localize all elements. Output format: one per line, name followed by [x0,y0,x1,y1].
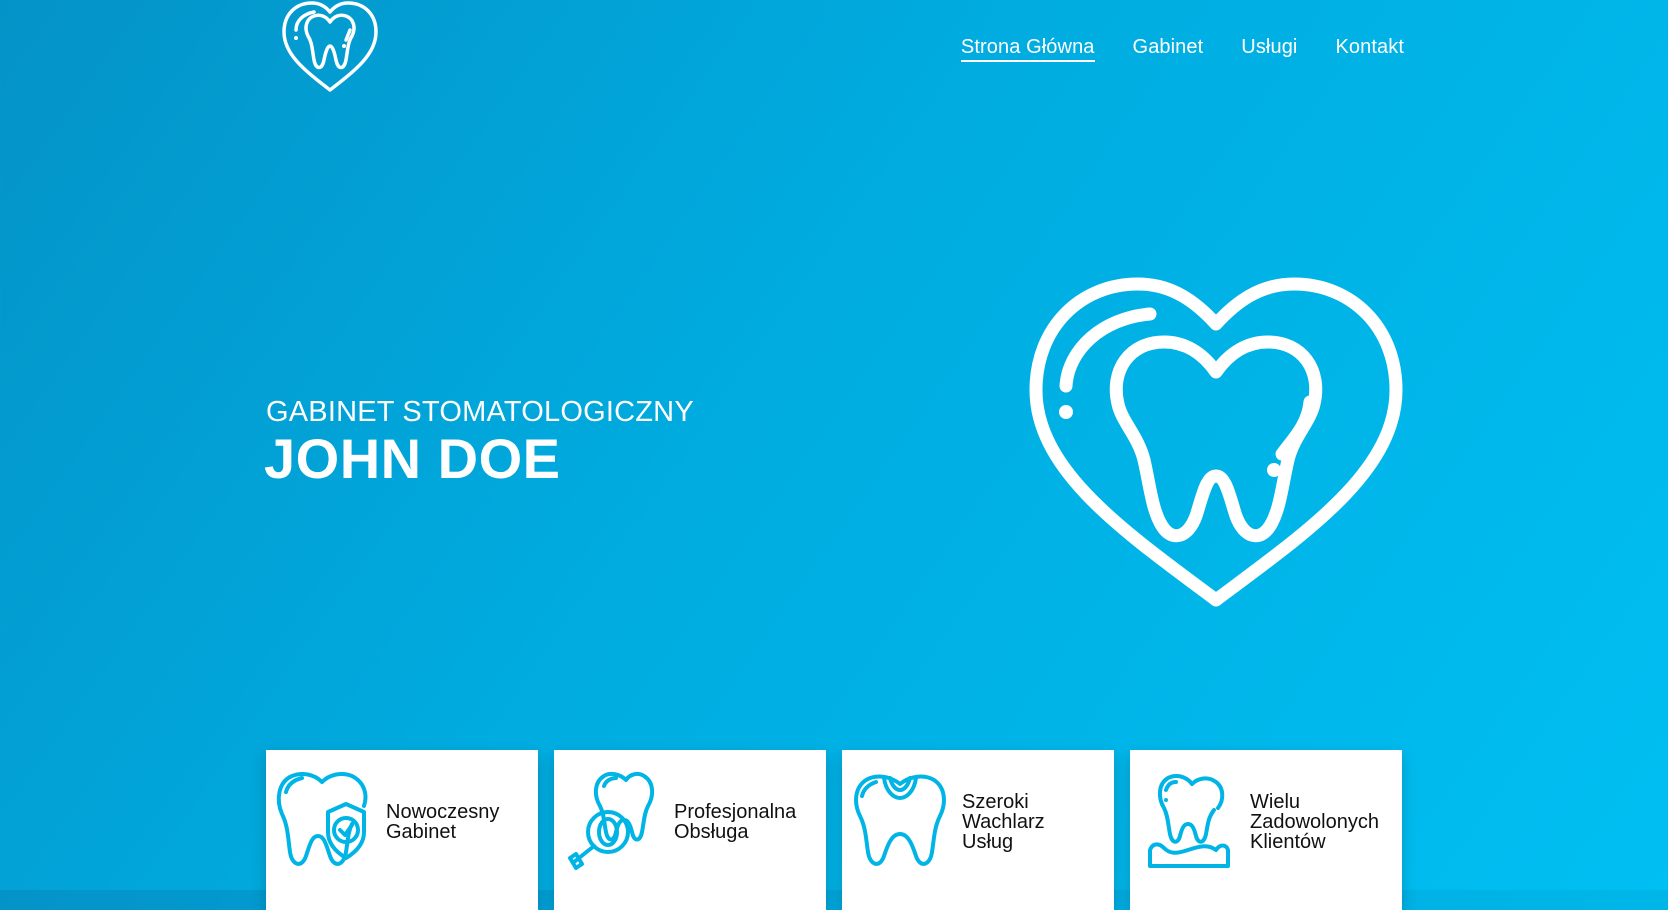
tooth-filling-icon [854,774,946,866]
feature-card-satisfied-clients[interactable]: Wielu Zadowolonych Klientów [1130,750,1402,910]
main-nav: Strona Główna Gabinet Usługi Kontakt [960,36,1404,62]
feature-cards: Nowoczesny Gabinet Profesjonalna Obsługa [266,750,1402,910]
nav-gabinet[interactable]: Gabinet [1133,36,1204,62]
tooth-shield-icon [276,772,368,866]
nav-uslugi[interactable]: Usługi [1241,36,1297,62]
nav-strona-glowna[interactable]: Strona Główna [960,36,1095,62]
feature-label: Profesjonalna Obsługa [674,801,797,843]
hero-subtitle: GABINET STOMATOLOGICZNY [266,396,694,428]
feature-card-modern-office[interactable]: Nowoczesny Gabinet [266,750,538,910]
feature-card-wide-range-services[interactable]: Szeroki Wachlarz Usług [842,750,1114,910]
nav-kontakt[interactable]: Kontakt [1335,36,1404,62]
tooth-denture-icon [1148,774,1230,868]
hero-title: JOHN DOE [264,427,561,490]
feature-card-professional-service[interactable]: Profesjonalna Obsługa [554,750,826,910]
feature-label: Wielu Zadowolonych Klientów [1250,791,1379,853]
feature-label: Nowoczesny Gabinet [386,801,500,843]
tooth-heart-icon [1029,277,1403,607]
tooth-mirror-icon [568,771,655,870]
logo-tooth-heart-icon[interactable] [274,0,386,92]
feature-label: Szeroki Wachlarz Usług [962,791,1045,853]
